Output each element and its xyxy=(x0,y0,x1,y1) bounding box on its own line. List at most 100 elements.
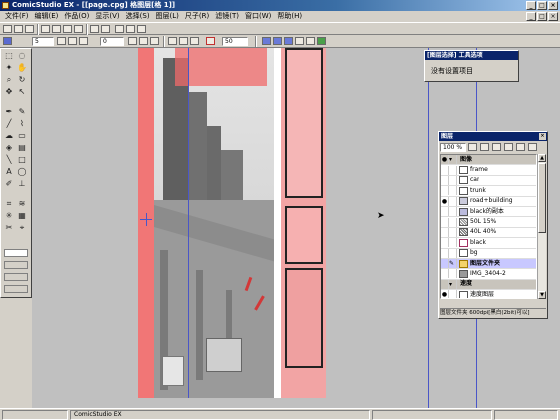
focus-line-tool-icon[interactable]: ✳ xyxy=(4,211,14,221)
layer-row[interactable]: bg xyxy=(441,248,536,259)
tool-preset-icon[interactable] xyxy=(3,37,12,45)
copy-icon[interactable] xyxy=(63,25,72,33)
tone-tool-icon[interactable]: ▦ xyxy=(17,211,27,221)
layer-row[interactable]: IMG_3404-2 xyxy=(441,269,536,280)
cut-icon[interactable] xyxy=(52,25,61,33)
brush-size-field[interactable]: 5 xyxy=(32,37,54,46)
open-file-icon[interactable] xyxy=(14,25,23,33)
menu-file[interactable]: 文件(F) xyxy=(2,11,32,22)
pen-tool-icon[interactable]: ✒ xyxy=(4,107,14,117)
lasso-tool-icon[interactable]: ◌ xyxy=(17,51,27,61)
marker-tool-icon[interactable]: ╱ xyxy=(4,119,14,129)
eye-icon[interactable]: ● xyxy=(441,196,449,206)
color-swatch[interactable] xyxy=(4,273,28,281)
visibility-toggle[interactable] xyxy=(441,217,449,227)
eraser-tool-icon[interactable]: ▭ xyxy=(17,131,27,141)
layers-scrollbar[interactable]: ▲ ▼ xyxy=(537,154,546,299)
lock-toggle[interactable] xyxy=(449,207,457,217)
line-tool-icon[interactable]: ╲ xyxy=(4,155,14,165)
lock-toggle[interactable] xyxy=(449,175,457,185)
visibility-toggle[interactable] xyxy=(441,238,449,248)
expand-icon[interactable]: ▾ xyxy=(449,279,457,289)
layers-panel-title[interactable]: 图层 × xyxy=(439,132,547,141)
zoom-in-icon[interactable] xyxy=(115,25,124,33)
fit-view-icon[interactable] xyxy=(137,25,146,33)
close-button[interactable]: × xyxy=(548,1,558,10)
frame-ruler-icon[interactable] xyxy=(206,37,215,45)
print-icon[interactable] xyxy=(41,25,50,33)
new-folder-icon[interactable] xyxy=(492,143,501,151)
magic-wand-tool-icon[interactable]: ✦ xyxy=(4,63,14,73)
layer-row[interactable]: black的副本 xyxy=(441,207,536,218)
snap-icon[interactable] xyxy=(190,37,199,45)
layer-opacity-field[interactable]: 100 % xyxy=(440,143,466,152)
menu-select[interactable]: 选择(S) xyxy=(123,11,153,22)
guide-line[interactable] xyxy=(428,48,429,408)
color-swatch[interactable] xyxy=(4,285,28,293)
menu-works[interactable]: 作品(O) xyxy=(61,11,92,22)
frame-tool-icon[interactable]: ⌗ xyxy=(4,199,14,209)
lock-toggle[interactable] xyxy=(449,186,457,196)
layer-row[interactable]: black xyxy=(441,238,536,249)
doc-close-button[interactable]: × xyxy=(548,12,558,21)
guide-line[interactable] xyxy=(188,48,189,398)
ruler-tool-icon[interactable]: ⊥ xyxy=(17,179,27,189)
menu-filter[interactable]: 滤镜(T) xyxy=(212,11,242,22)
pen-shape-icon[interactable] xyxy=(57,37,66,45)
lock-toggle[interactable] xyxy=(449,269,457,279)
flip-horizontal-icon[interactable] xyxy=(128,37,137,45)
save-icon[interactable] xyxy=(25,25,34,33)
select-icon[interactable] xyxy=(295,37,304,45)
layer-row[interactable]: frame xyxy=(441,165,536,176)
rectangle-tool-icon[interactable]: □ xyxy=(17,155,27,165)
layer-row[interactable]: trunk xyxy=(441,186,536,197)
speed-line-tool-icon[interactable]: ≋ xyxy=(17,199,27,209)
new-layer-icon[interactable] xyxy=(480,143,489,151)
value-field[interactable]: 0 xyxy=(100,37,124,46)
selection-mask-icon[interactable] xyxy=(306,37,315,45)
object-select-tool-icon[interactable]: ↖ xyxy=(17,87,27,97)
lock-toggle[interactable] xyxy=(449,248,457,258)
color-swatch-transparent[interactable] xyxy=(4,261,28,269)
new-file-icon[interactable] xyxy=(3,25,12,33)
lock-toggle[interactable] xyxy=(449,238,457,248)
eye-icon[interactable]: ● xyxy=(441,155,449,165)
zoom-tool-icon[interactable]: ⌕ xyxy=(4,75,14,85)
visibility-toggle[interactable] xyxy=(441,186,449,196)
color-swatch-white[interactable] xyxy=(4,249,28,257)
fill-tool-icon[interactable]: ◈ xyxy=(4,143,14,153)
visibility-toggle[interactable] xyxy=(441,279,449,289)
scroll-down-icon[interactable]: ▼ xyxy=(538,291,546,299)
scissors-tool-icon[interactable]: ✂ xyxy=(4,223,14,233)
scroll-thumb[interactable] xyxy=(538,163,546,233)
eyedropper-tool-icon[interactable]: ✐ xyxy=(4,179,14,189)
visibility-toggle[interactable] xyxy=(441,165,449,175)
undo-icon[interactable] xyxy=(90,25,99,33)
magnify-tool-icon[interactable]: ⌖ xyxy=(17,223,27,233)
pencil-tool-icon[interactable]: ✎ xyxy=(17,107,27,117)
brush-tool-icon[interactable]: ⌇ xyxy=(17,119,27,129)
rotate-tool-icon[interactable]: ↻ xyxy=(17,75,27,85)
hand-tool-icon[interactable]: ✋ xyxy=(17,63,27,73)
lock-toggle[interactable] xyxy=(449,227,457,237)
layer-row[interactable]: 40L 40% xyxy=(441,227,536,239)
redo-icon[interactable] xyxy=(101,25,110,33)
lock-toggle[interactable] xyxy=(449,165,457,175)
menu-view[interactable]: 显示(V) xyxy=(92,11,122,22)
duplicate-layer-icon[interactable] xyxy=(504,143,513,151)
menu-window[interactable]: 窗口(W) xyxy=(242,11,274,22)
gradient-tool-icon[interactable]: ▤ xyxy=(17,143,27,153)
layer-properties-icon[interactable] xyxy=(516,143,525,151)
layer-group-row[interactable]: ▾ 速度 xyxy=(441,279,536,291)
minimize-button[interactable]: _ xyxy=(526,1,536,10)
expand-icon[interactable]: ▾ xyxy=(449,155,457,165)
maximize-button[interactable]: □ xyxy=(537,1,547,10)
paste-icon[interactable] xyxy=(74,25,83,33)
doc-restore-button[interactable]: □ xyxy=(537,12,547,21)
transform-icon[interactable] xyxy=(284,37,293,45)
layer-color-icon[interactable] xyxy=(262,37,271,45)
menu-edit[interactable]: 编辑(E) xyxy=(32,11,62,22)
visibility-toggle[interactable] xyxy=(441,269,449,279)
lock-toggle[interactable] xyxy=(449,196,457,206)
layer-row[interactable]: ● road+building xyxy=(441,196,536,207)
